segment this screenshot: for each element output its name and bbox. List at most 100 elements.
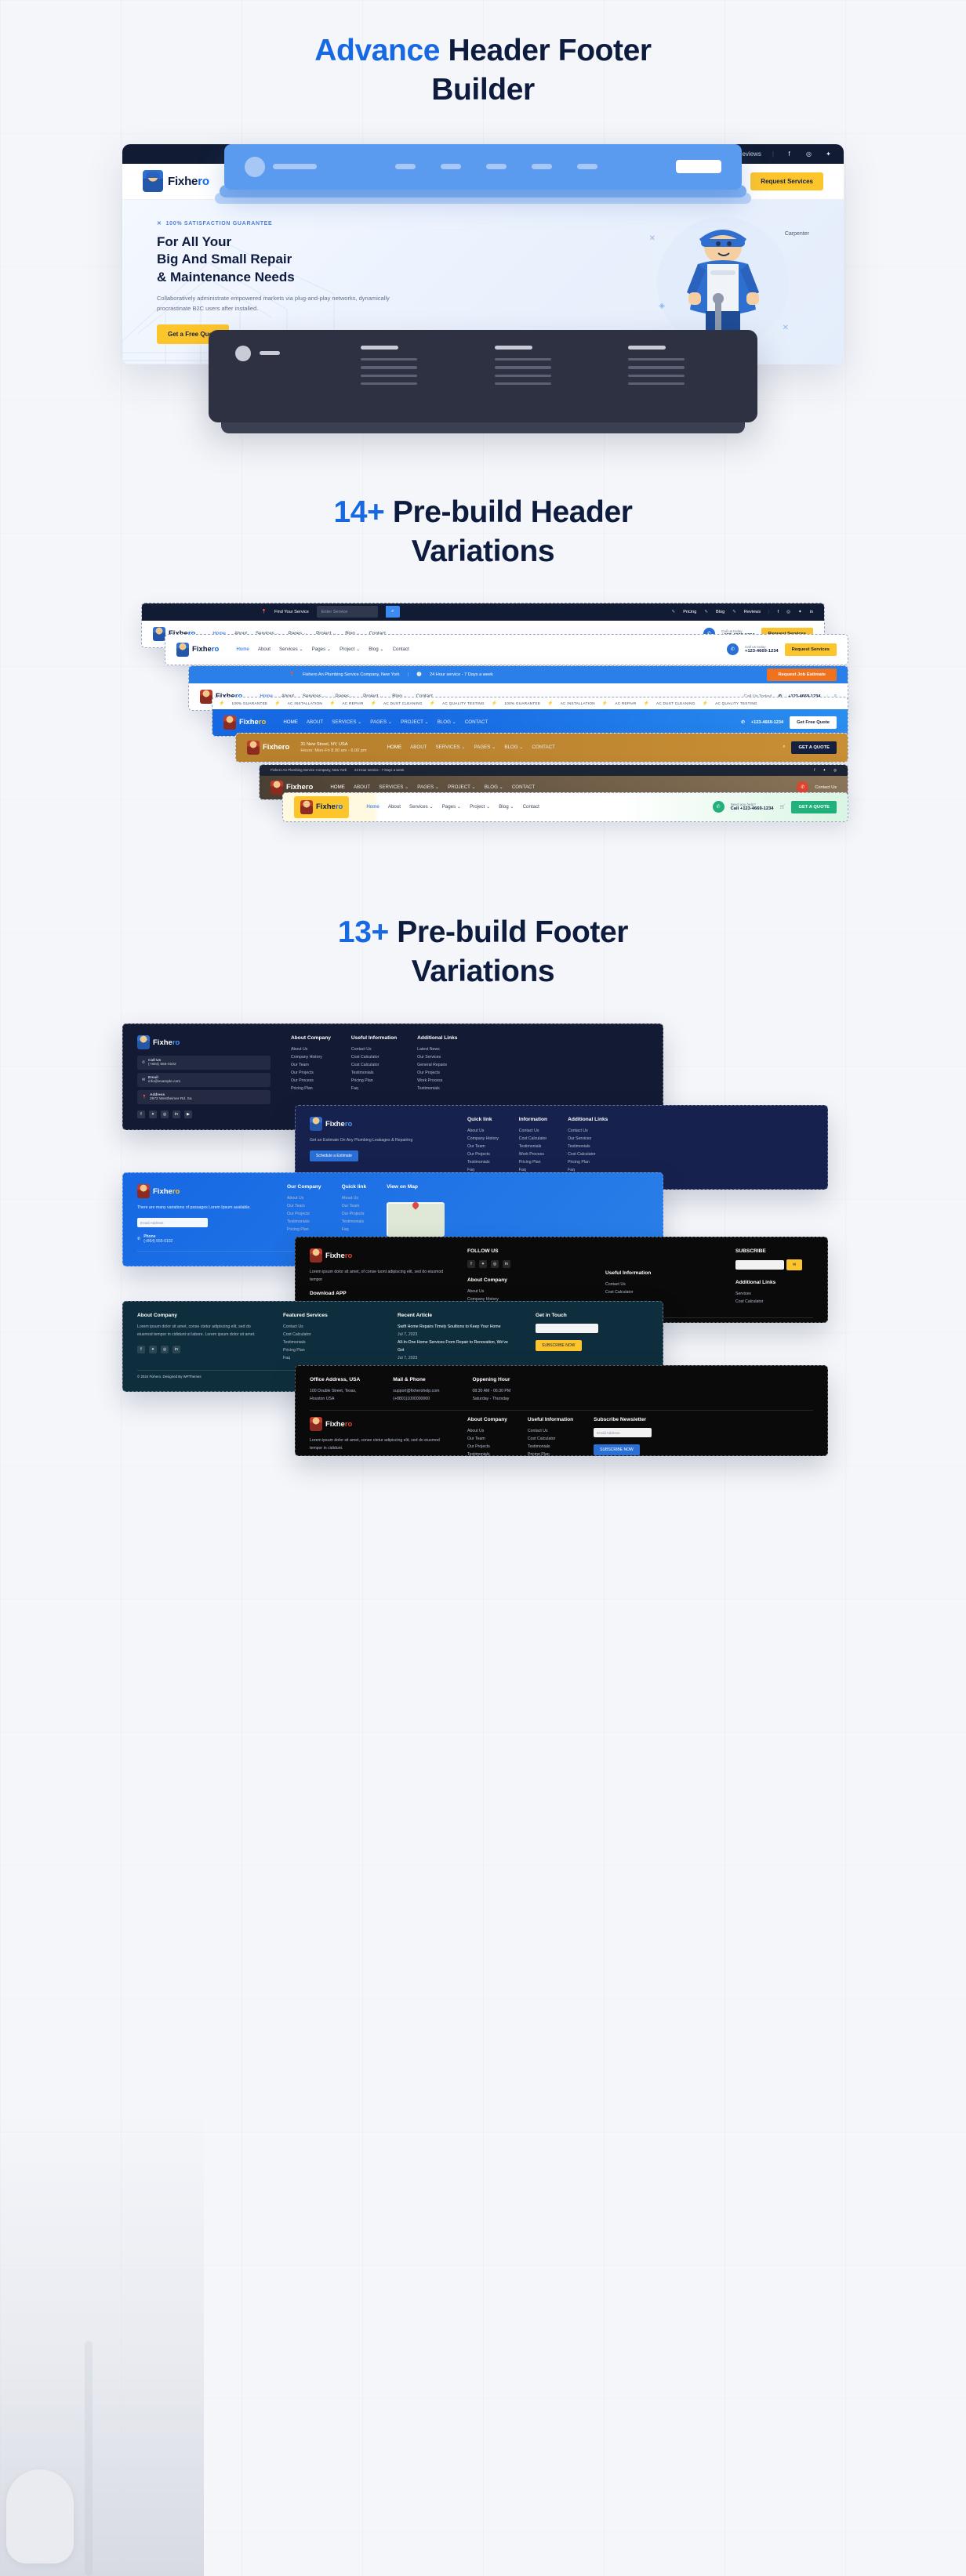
hv7-nav-blog[interactable]: Blog ⌄ (499, 804, 514, 810)
hv5-nav-pages[interactable]: PAGES ⌄ (474, 745, 496, 750)
hv5-logo[interactable]: Fixhero (247, 740, 289, 755)
linkedin-icon[interactable]: in (172, 1346, 180, 1354)
hv2-nav-pages[interactable]: Pages ⌄ (312, 647, 331, 652)
hv4-cta-button[interactable]: Get Free Quote (790, 716, 837, 729)
fv4-subscribe-button[interactable]: ✉ (786, 1259, 803, 1271)
fv1-contact-email[interactable]: ✉ Email info@example.com (137, 1073, 271, 1088)
header-variation-4[interactable]: ⚡ 100% GUARANTEE ⚡ AC INSTALLATION ⚡ AC REP… (212, 696, 848, 737)
hv2-nav-about[interactable]: About (258, 647, 271, 652)
fv4-privacy-link[interactable]: Privacy Policy (767, 1322, 788, 1323)
hv2-nav-blog[interactable]: Blog ⌄ (369, 647, 383, 652)
fv3-logo[interactable]: Fixhero (137, 1184, 267, 1199)
hv7-nav-contact[interactable]: Contact (523, 804, 539, 810)
instagram-icon[interactable]: ◎ (833, 768, 837, 773)
instagram-icon[interactable]: ◎ (804, 150, 813, 158)
hv5-nav-home[interactable]: HOME (387, 745, 402, 750)
hv7-nav-pages[interactable]: Pages ⌄ (442, 804, 461, 810)
hv2-nav-home[interactable]: Home (236, 647, 249, 652)
hv2-nav-services[interactable]: Services ⌄ (279, 647, 303, 652)
footer-variation-6[interactable]: Office Address, USA 100 Double Street, T… (295, 1365, 828, 1457)
instagram-icon[interactable]: ◎ (491, 1260, 499, 1269)
twitter-icon[interactable]: ✦ (479, 1260, 487, 1269)
facebook-icon[interactable]: f (137, 1346, 145, 1354)
facebook-icon[interactable]: f (467, 1260, 475, 1269)
floating-header-placeholder[interactable] (224, 143, 742, 190)
facebook-icon[interactable]: f (137, 1110, 145, 1119)
hv6-nav-blog[interactable]: BLOG ⌄ (485, 784, 503, 790)
fv1-logo[interactable]: Fixhero (137, 1035, 271, 1050)
hv6-nav-pages[interactable]: PAGES ⌄ (417, 784, 439, 790)
fv1-contact-phone[interactable]: ✆ Call Us (+864) 555-0102 (137, 1056, 271, 1071)
linkedin-icon[interactable]: in (172, 1110, 180, 1119)
fv5-subscribe-button[interactable]: SUBSCRIBE NOW (536, 1340, 582, 1352)
twitter-icon[interactable]: ✦ (823, 768, 826, 773)
fv2-schedule-button[interactable]: Schedule a Estimate (310, 1150, 358, 1162)
hv4-nav-about[interactable]: ABOUT (307, 719, 323, 725)
hv1-link-reviews[interactable]: Reviews (744, 610, 761, 614)
hv5-nav-services[interactable]: SERVICES ⌄ (435, 745, 465, 750)
hv2-logo[interactable]: Fixhero (176, 642, 219, 657)
hv7-nav-project[interactable]: Project ⌄ (470, 804, 490, 810)
instagram-icon[interactable]: ◎ (161, 1346, 169, 1354)
twitter-icon[interactable]: ✦ (824, 150, 833, 158)
map-thumbnail[interactable] (387, 1202, 445, 1237)
hv5-cta-button[interactable]: GET A QUOTE (791, 741, 837, 754)
fv1-contact-address[interactable]: 📍 Address 2972 Westheimer Rd. Sa (137, 1090, 271, 1105)
fv4-terms-link[interactable]: Terms of Use (793, 1322, 813, 1323)
search-icon[interactable]: ⌕ (385, 606, 400, 618)
instagram-icon[interactable]: ◎ (161, 1110, 169, 1119)
request-services-button[interactable]: Request Services (750, 172, 823, 190)
youtube-icon[interactable]: ▶ (184, 1110, 192, 1119)
search-icon[interactable]: ⌕ (783, 745, 785, 750)
fv3-email-input[interactable]: Email Address (137, 1218, 208, 1228)
twitter-icon[interactable]: ✦ (149, 1110, 157, 1119)
fv6-subscribe-button[interactable]: SUBSCRIBE NOW (594, 1444, 640, 1456)
hv5-nav-contact[interactable]: CONTACT (532, 745, 554, 750)
hv4-logo[interactable]: Fixhero (223, 715, 266, 730)
twitter-icon[interactable]: ✦ (798, 610, 802, 614)
hv6-nav-services[interactable]: SERVICES ⌄ (379, 784, 409, 790)
twitter-icon[interactable]: ✦ (149, 1346, 157, 1354)
linkedin-icon[interactable]: in (810, 610, 813, 614)
header-variation-5[interactable]: Fixhero 31 New Street, NY, USA Hours: Mo… (235, 732, 848, 763)
fv2-logo[interactable]: Fixhero (310, 1117, 447, 1132)
hv7-logo[interactable]: Fixhero (294, 795, 350, 818)
search-input[interactable]: Enter Service (316, 606, 378, 618)
hv6-nav-about[interactable]: ABOUT (354, 784, 370, 790)
hv4-nav-contact[interactable]: CONTACT (465, 719, 488, 725)
placeholder-cta-button[interactable] (676, 160, 721, 174)
instagram-icon[interactable]: ◎ (786, 610, 790, 614)
fv6-email-input[interactable]: Email Address (594, 1428, 652, 1438)
header-variation-7[interactable]: Fixhero Home About Services ⌄ Pages ⌄ Pr… (282, 792, 848, 822)
hv2-nav-project[interactable]: Project ⌄ (340, 647, 360, 652)
hv5-nav-blog[interactable]: BLOG ⌄ (504, 745, 523, 750)
fv5-email-input[interactable] (536, 1324, 598, 1334)
fv6-logo[interactable]: Fixhero (310, 1417, 447, 1432)
fv4-logo[interactable]: Fixhero (310, 1248, 447, 1263)
hv4-nav-project[interactable]: PROJECT ⌄ (401, 719, 429, 725)
facebook-icon[interactable]: f (814, 768, 815, 772)
header-variation-2[interactable]: Fixhero Home About Services ⌄ Pages ⌄ Pr… (165, 633, 848, 665)
cart-icon[interactable]: 🛒 (780, 805, 786, 810)
hv5-nav-about[interactable]: ABOUT (410, 745, 427, 750)
hv2-cta-button[interactable]: Request Services (784, 643, 837, 656)
hv6-cta[interactable]: Contact Us (815, 785, 837, 790)
hv7-nav-home[interactable]: Home (366, 804, 380, 810)
logo[interactable]: Fixhero (143, 170, 209, 193)
hv4-nav-services[interactable]: SERVICES ⌄ (332, 719, 361, 725)
hv6-nav-project[interactable]: PROJECT ⌄ (448, 784, 476, 790)
hv4-nav-blog[interactable]: BLOG ⌄ (438, 719, 456, 725)
hv7-nav-services[interactable]: Services ⌄ (409, 804, 434, 810)
linkedin-icon[interactable]: in (503, 1260, 510, 1269)
hv6-nav-contact[interactable]: CONTACT (512, 784, 535, 790)
hv4-nav-home[interactable]: HOME (283, 719, 298, 725)
hv7-nav-about[interactable]: About (388, 804, 401, 810)
facebook-icon[interactable]: f (785, 150, 794, 158)
hv1-link-pricing[interactable]: Pricing (683, 610, 696, 614)
facebook-icon[interactable]: f (778, 610, 779, 614)
hv4-nav-pages[interactable]: PAGES ⌄ (370, 719, 392, 725)
hv6-nav-home[interactable]: HOME (330, 784, 345, 790)
fv4-email-input[interactable] (735, 1260, 784, 1270)
hv2-nav-contact[interactable]: Contact (393, 647, 409, 652)
hv7-cta-button[interactable]: GET A QUOTE (791, 800, 837, 813)
